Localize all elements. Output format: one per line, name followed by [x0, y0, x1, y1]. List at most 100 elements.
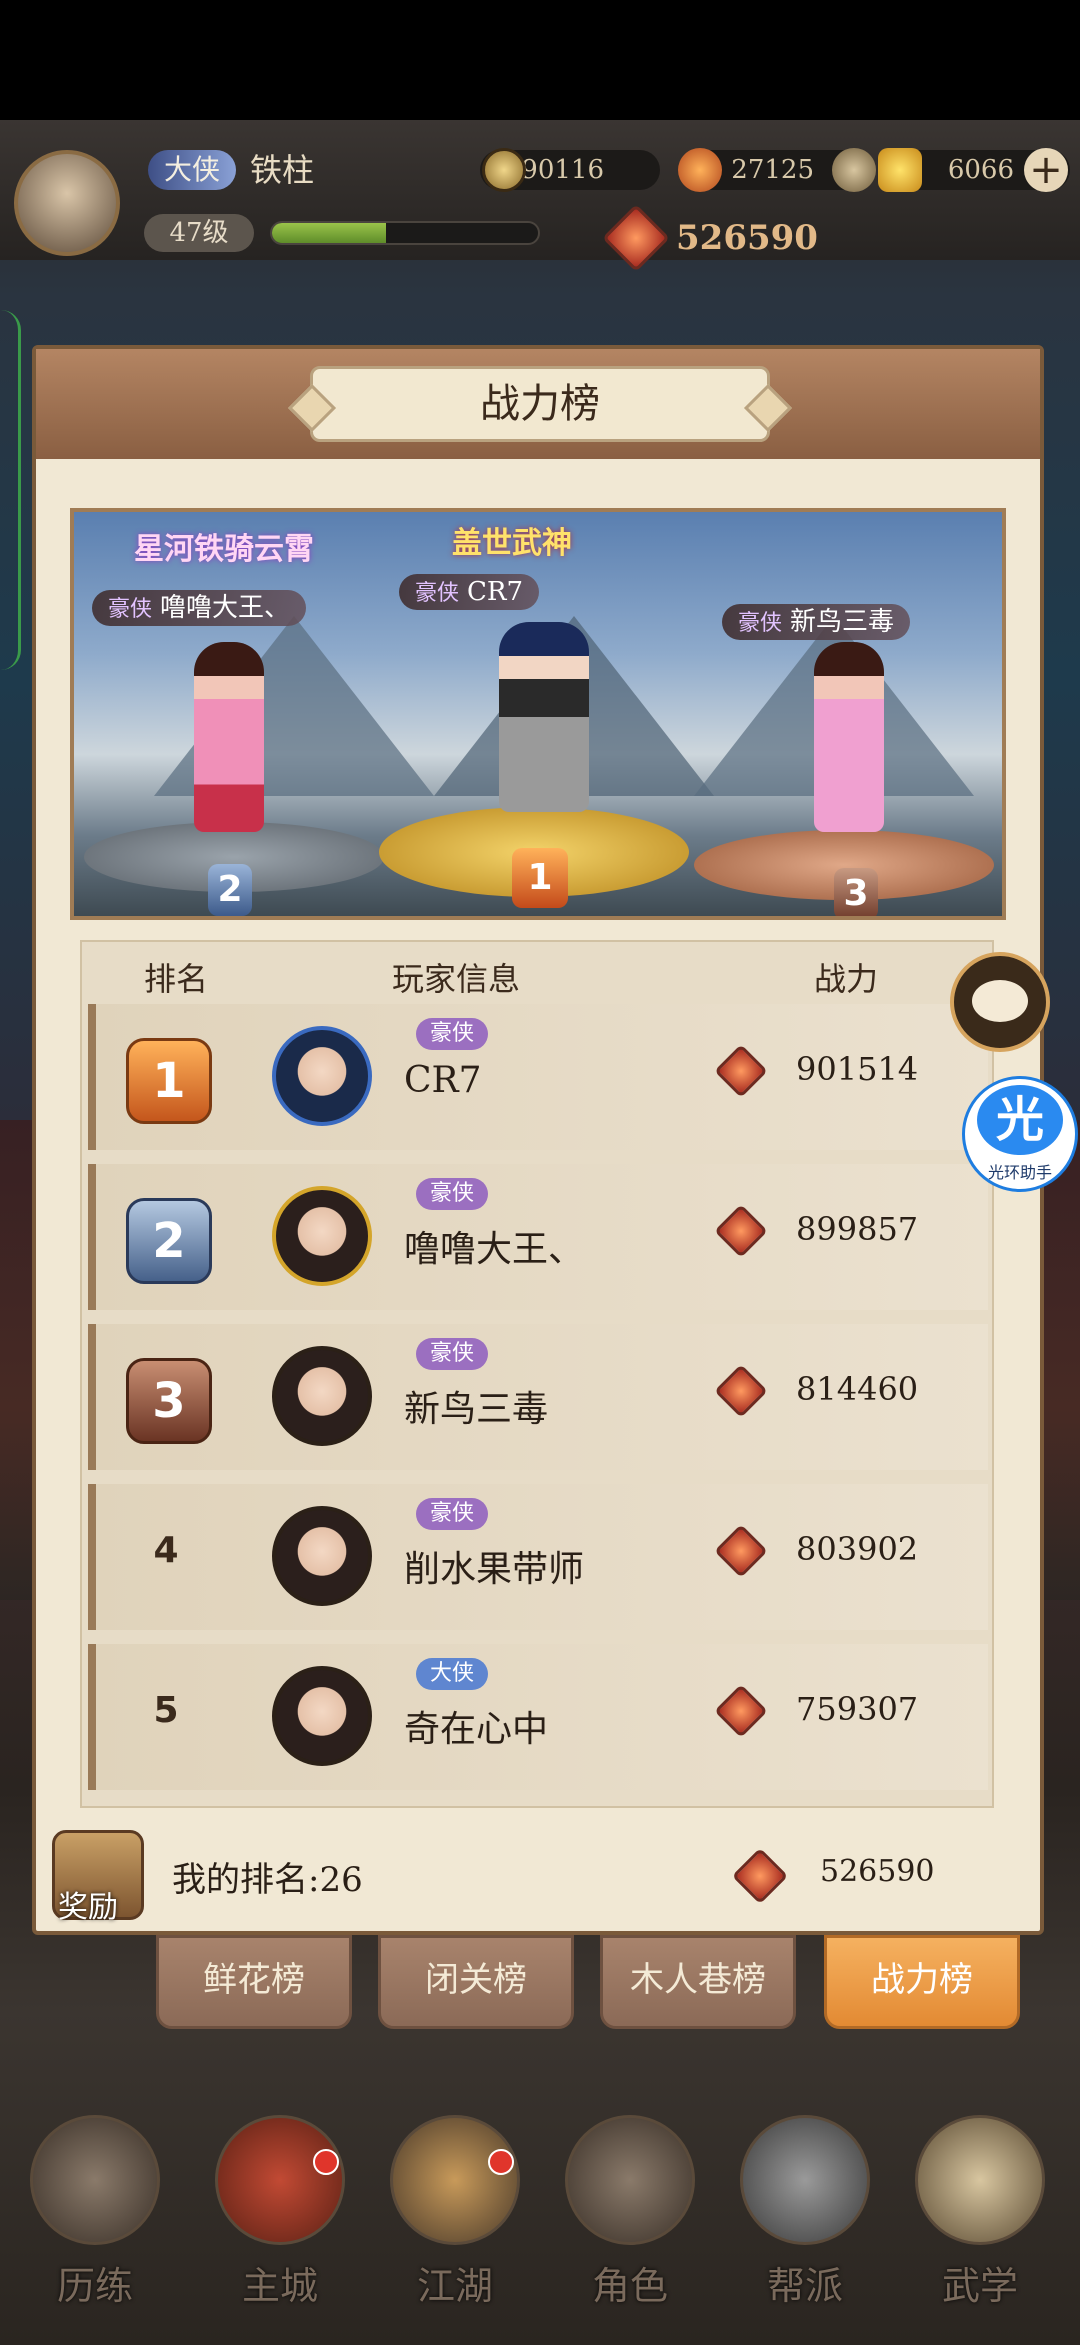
nav-label: 角色	[591, 2264, 668, 2308]
panel-title: 战力榜	[310, 366, 770, 442]
coin-icon	[482, 148, 526, 192]
player-avatar[interactable]	[272, 1506, 372, 1606]
copper-value: 27125	[731, 155, 814, 185]
player-tag: 豪侠	[416, 1338, 489, 1370]
add-gold-button[interactable]: +	[1024, 148, 1068, 192]
podium-showcase: 星河铁骑云霄 盖世武神 豪侠 噜噜大王、 豪侠 CR7 豪侠 新鸟三毒 2 1 3	[70, 508, 1006, 920]
second-title-banner: 星河铁骑云霄	[134, 532, 314, 567]
chat-bubble-icon	[972, 980, 1028, 1022]
helper-label: 光环助手	[987, 1163, 1052, 1182]
player-power: 899857	[796, 1210, 919, 1248]
tab-seclusion-rank[interactable]: 闭关榜	[378, 1935, 574, 2029]
player-name: CR7	[404, 1060, 482, 1101]
first-nameplate[interactable]: 豪侠 CR7	[399, 574, 540, 610]
player-avatar[interactable]	[272, 1026, 372, 1126]
notification-dot	[313, 2149, 339, 2175]
second-name: 噜噜大王、	[160, 593, 291, 623]
rank-medal-gold: 1	[126, 1038, 212, 1124]
player-power: 803902	[796, 1530, 919, 1568]
guild-emblem-icon	[740, 2115, 870, 2245]
player-power: 759307	[796, 1690, 919, 1728]
ranking-row[interactable]: 3 豪侠 新鸟三毒 814460	[88, 1324, 988, 1470]
third-name: 新鸟三毒	[790, 607, 895, 637]
nav-label: 江湖	[416, 2264, 493, 2308]
rank-number: 5	[153, 1690, 179, 1731]
city-gate-icon	[215, 2115, 345, 2245]
nav-guild[interactable]: 帮派	[730, 2105, 880, 2335]
ranking-row[interactable]: 4 豪侠 削水果带师 803902	[88, 1484, 988, 1630]
power-gem-icon	[714, 1364, 768, 1418]
player-tag: 大侠	[416, 1658, 489, 1690]
xp-bar-fill	[272, 223, 387, 243]
second-place-character[interactable]	[194, 642, 264, 832]
third-place-character[interactable]	[814, 642, 884, 832]
nav-label: 帮派	[766, 2264, 843, 2308]
player-title-badge: 大侠	[148, 150, 236, 190]
copper-icon	[678, 148, 722, 192]
header-player-info: 玩家信息	[392, 960, 521, 998]
power-gem-icon	[714, 1524, 768, 1578]
power-gem-icon	[602, 204, 670, 272]
top-power-display: 526590	[602, 204, 818, 272]
player-tag: 豪侠	[416, 1498, 489, 1530]
nav-martial-arts[interactable]: 武学	[905, 2105, 1055, 2335]
nav-training[interactable]: 历练	[20, 2105, 170, 2335]
player-avatar[interactable]	[272, 1186, 372, 1286]
nav-label: 武学	[941, 2264, 1018, 2308]
nav-main-city[interactable]: 主城	[205, 2105, 355, 2335]
first-name: CR7	[467, 577, 524, 607]
rank-medal-silver: 2	[126, 1198, 212, 1284]
player-avatar[interactable]	[14, 150, 120, 256]
my-rank-label: 我的排名:26	[172, 1860, 363, 1900]
first-place-character[interactable]	[499, 622, 589, 812]
ranking-row[interactable]: 1 豪侠 CR7 901514	[88, 1004, 988, 1150]
header-rank: 排名	[144, 960, 209, 998]
player-level: 47级	[144, 214, 254, 252]
sword-icon	[390, 2115, 520, 2245]
helper-glyph: 光	[977, 1085, 1063, 1155]
reward-label: 奖励	[58, 1890, 118, 1925]
character-hat-icon	[565, 2115, 695, 2245]
third-nameplate[interactable]: 豪侠 新鸟三毒	[722, 604, 911, 640]
player-tag: 豪侠	[416, 1018, 489, 1050]
player-name: 奇在心中	[404, 1709, 549, 1750]
gold-value: 6066	[947, 155, 1014, 185]
top-power-value: 526590	[676, 218, 818, 258]
left-side-tab[interactable]	[0, 310, 21, 670]
copper-pile-icon	[832, 148, 876, 192]
player-name: 噜噜大王、	[404, 1229, 585, 1270]
first-tag: 豪侠	[415, 581, 460, 606]
player-name: 削水果带师	[404, 1549, 585, 1590]
power-gem-icon	[714, 1684, 768, 1738]
power-gem-icon	[714, 1204, 768, 1258]
ranking-row[interactable]: 2 豪侠 噜噜大王、 899857	[88, 1164, 988, 1310]
third-tag: 豪侠	[738, 611, 783, 636]
ranking-row[interactable]: 5 大侠 奇在心中 759307	[88, 1644, 988, 1790]
scroll-stack-icon	[915, 2115, 1045, 2245]
helper-app-button[interactable]: 光 光环助手	[962, 1076, 1078, 1192]
nav-character[interactable]: 角色	[555, 2105, 705, 2335]
player-name: 铁柱	[250, 151, 315, 189]
player-avatar[interactable]	[272, 1666, 372, 1766]
rank-medal-bronze: 3	[126, 1358, 212, 1444]
nav-label: 主城	[241, 2264, 318, 2308]
nav-label: 历练	[56, 2264, 133, 2308]
tab-power-rank[interactable]: 战力榜	[824, 1935, 1020, 2029]
player-name: 新鸟三毒	[404, 1389, 549, 1430]
chat-button[interactable]	[950, 952, 1050, 1052]
second-nameplate[interactable]: 豪侠 噜噜大王、	[92, 590, 307, 626]
my-power-value: 526590	[820, 1854, 935, 1889]
tab-wooden-alley-rank[interactable]: 木人巷榜	[600, 1935, 796, 2029]
player-avatar[interactable]	[272, 1346, 372, 1446]
first-rank-badge: 1	[512, 848, 568, 908]
power-gem-icon	[714, 1044, 768, 1098]
second-tag: 豪侠	[108, 597, 153, 622]
gold-ingot-icon	[878, 148, 922, 192]
player-power: 814460	[796, 1370, 919, 1408]
nav-jianghu[interactable]: 江湖	[380, 2105, 530, 2335]
player-power: 901514	[796, 1050, 919, 1088]
first-title-banner: 盖世武神	[452, 526, 572, 561]
player-tag: 豪侠	[416, 1178, 489, 1210]
third-rank-badge: 3	[834, 868, 878, 916]
tab-flower-rank[interactable]: 鲜花榜	[156, 1935, 352, 2029]
